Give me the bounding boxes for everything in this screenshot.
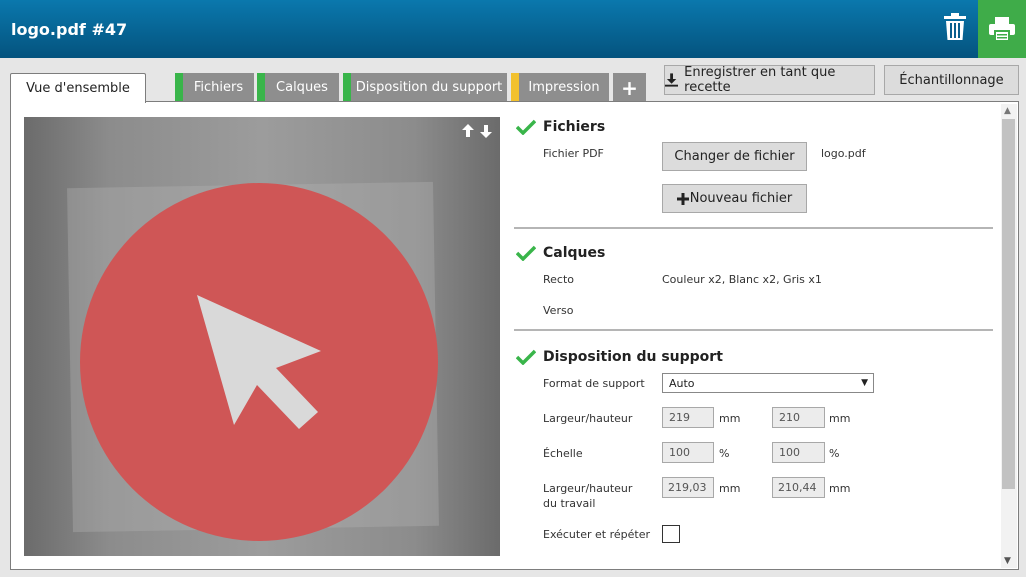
job-size-label: Largeur/hauteur [543, 482, 633, 495]
tab-files-label: Fichiers [193, 80, 244, 95]
printer-icon [989, 17, 1015, 41]
add-tab-button[interactable]: + [613, 73, 646, 102]
plus-icon: + [621, 75, 638, 100]
verso-label: Verso [543, 304, 574, 317]
step-repeat-label: Exécuter et répéter [543, 528, 650, 541]
files-section-title: Fichiers [543, 119, 606, 135]
tab-media-layout-label: Disposition du support [355, 80, 503, 95]
save-recipe-button[interactable]: Enregistrer en tant que recette [664, 65, 875, 95]
scale-y-unit: % [829, 447, 840, 460]
scale-y-field[interactable]: 100 [772, 442, 825, 463]
section-divider [514, 227, 993, 229]
tab-files[interactable]: Fichiers [175, 73, 254, 102]
check-icon [516, 349, 536, 365]
chevron-down-icon: ▼ [861, 378, 868, 388]
pdf-file-label: Fichier PDF [543, 147, 604, 160]
tab-print[interactable]: Impression [511, 73, 609, 102]
step-repeat-checkbox[interactable] [662, 525, 680, 543]
tab-layers[interactable]: Calques [257, 73, 339, 102]
size-label: Largeur/hauteur [543, 412, 633, 425]
job-height-unit: mm [829, 482, 851, 495]
files-section-header: Fichiers [516, 119, 605, 135]
preview-area [24, 117, 500, 556]
change-file-label: Changer de fichier [674, 149, 795, 164]
up-down-arrows-icon[interactable] [461, 124, 493, 142]
tab-overview[interactable]: Vue d'ensemble [10, 73, 146, 103]
download-icon [665, 73, 679, 87]
job-size-label-line2: du travail [543, 497, 596, 510]
scroll-down-icon[interactable]: ▼ [1004, 556, 1011, 566]
job-width-field[interactable]: 219,03 [662, 477, 714, 498]
new-file-label: Nouveau fichier [689, 191, 793, 206]
height-field[interactable]: 210 [772, 407, 825, 428]
layers-section-title: Calques [543, 245, 606, 261]
media-layout-section-title: Disposition du support [543, 349, 723, 365]
job-height-field[interactable]: 210,44 [772, 477, 825, 498]
check-icon [516, 245, 536, 261]
change-file-button[interactable]: Changer de fichier [662, 142, 807, 171]
sampling-button[interactable]: Échantillonnage [884, 65, 1019, 95]
title-bar: logo.pdf #47 [0, 0, 1026, 58]
section-divider [514, 329, 993, 331]
panel-scrollbar[interactable]: ▲ ▼ [1001, 104, 1017, 568]
pdf-filename: logo.pdf [821, 147, 866, 160]
logo-preview [80, 183, 438, 541]
height-unit: mm [829, 412, 851, 425]
width-unit: mm [719, 412, 741, 425]
tab-layers-label: Calques [276, 80, 328, 95]
new-file-button[interactable]: Nouveau fichier [662, 184, 807, 213]
scale-label: Échelle [543, 447, 583, 460]
layers-section-header: Calques [516, 245, 605, 261]
job-title: logo.pdf #47 [11, 20, 128, 39]
scale-x-unit: % [719, 447, 730, 460]
scale-x-field[interactable]: 100 [662, 442, 714, 463]
save-recipe-label: Enregistrer en tant que recette [684, 65, 836, 95]
recto-value: Couleur x2, Blanc x2, Gris x1 [662, 273, 822, 286]
job-width-unit: mm [719, 482, 741, 495]
width-field[interactable]: 219 [662, 407, 714, 428]
trash-icon[interactable] [943, 12, 967, 42]
scroll-up-icon[interactable]: ▲ [1004, 106, 1011, 116]
sampling-label: Échantillonnage [899, 72, 1004, 88]
media-layout-section-header: Disposition du support [516, 349, 723, 365]
recto-label: Recto [543, 273, 575, 286]
media-format-label: Format de support [543, 377, 645, 390]
media-format-select[interactable]: Auto ▼ [662, 373, 874, 393]
check-icon [516, 119, 536, 135]
tab-overview-label: Vue d'ensemble [26, 81, 130, 96]
media-format-value: Auto [669, 376, 695, 390]
plus-icon [676, 192, 689, 205]
tab-print-label: Impression [528, 80, 600, 95]
print-button[interactable] [978, 0, 1026, 58]
tab-media-layout[interactable]: Disposition du support [343, 73, 507, 102]
scrollbar-thumb[interactable] [1002, 119, 1015, 489]
